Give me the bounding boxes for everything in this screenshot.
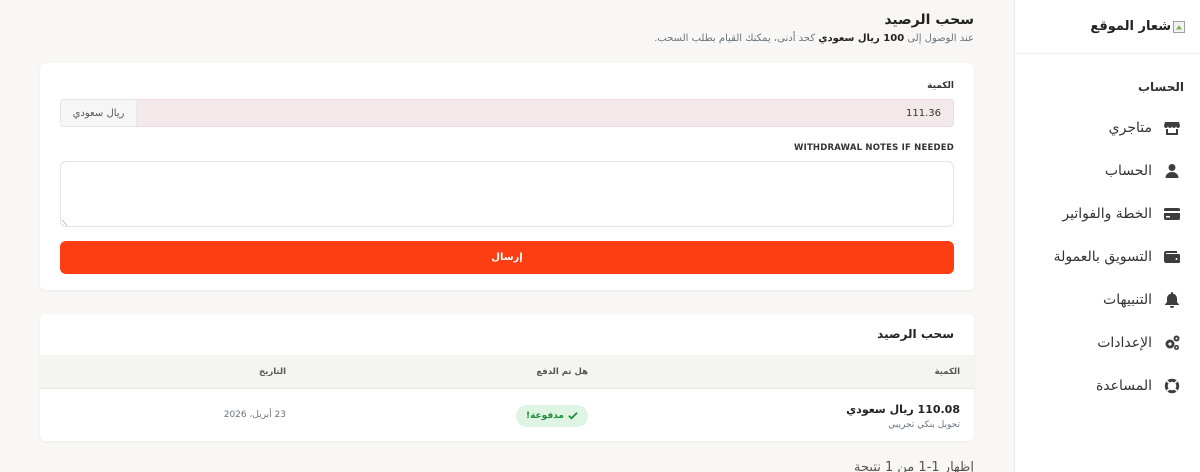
sidebar-menu: متاجري الحساب الخطة والفواتير التسويق با… bbox=[1015, 106, 1200, 407]
column-header-paid: هل تم الدفع bbox=[536, 367, 588, 377]
row-date: 23 أبريل، 2026 bbox=[223, 410, 286, 420]
status-text: مدفوعة! bbox=[525, 411, 564, 421]
withdraw-form-card: الكمية ريال سعودي WITHDRAWAL NOTES IF NE… bbox=[40, 63, 974, 290]
subtitle-amount: 100 ريال سعودي bbox=[818, 33, 905, 44]
sidebar-item-notifications[interactable]: التنبيهات bbox=[1015, 278, 1200, 321]
page-subtitle: عند الوصول إلى 100 ريال سعودي كحد أدنى، … bbox=[654, 33, 974, 44]
gears-icon bbox=[1165, 335, 1180, 350]
amount-input-group: ريال سعودي bbox=[60, 99, 954, 127]
subtitle-suffix: كحد أدنى، يمكنك القيام بطلب السحب. bbox=[654, 33, 819, 44]
lifering-icon bbox=[1164, 377, 1180, 394]
sidebar-section-label: الحساب bbox=[1137, 80, 1184, 94]
row-amount: 110.08 ريال سعودي bbox=[846, 403, 960, 416]
user-icon bbox=[1165, 163, 1179, 178]
bell-icon bbox=[1165, 291, 1179, 308]
sidebar-item-label: الإعدادات bbox=[1097, 334, 1152, 351]
table-row: 110.08 ريال سعودي تحويل بنكي تجريبي مدفو… bbox=[40, 390, 974, 441]
sidebar-item-help[interactable]: المساعدة bbox=[1015, 364, 1200, 407]
withdrawal-history-card: سحب الرصيد الكمية هل تم الدفع التاريخ 11… bbox=[40, 314, 974, 441]
amount-input[interactable] bbox=[137, 99, 954, 127]
store-icon bbox=[1164, 121, 1180, 135]
sidebar-item-label: التنبيهات bbox=[1103, 291, 1152, 308]
site-logo[interactable]: شعار الموقع bbox=[1015, 0, 1200, 54]
sidebar-item-label: متاجري bbox=[1108, 119, 1152, 136]
wallet-icon bbox=[1164, 250, 1180, 263]
amount-label: الكمية bbox=[927, 81, 954, 91]
sidebar-item-label: المساعدة bbox=[1095, 377, 1152, 394]
sidebar-item-my-stores[interactable]: متاجري bbox=[1015, 106, 1200, 149]
sidebar-item-settings[interactable]: الإعدادات bbox=[1015, 321, 1200, 364]
broken-image-icon bbox=[1173, 20, 1185, 33]
check-icon bbox=[568, 412, 578, 420]
status-badge: مدفوعة! bbox=[515, 405, 588, 427]
withdrawal-notes-textarea[interactable] bbox=[60, 161, 954, 227]
row-method: تحويل بنكي تجريبي bbox=[888, 420, 960, 430]
currency-addon: ريال سعودي bbox=[60, 99, 137, 127]
logo-text: شعار الموقع bbox=[1090, 19, 1171, 34]
table-header: الكمية هل تم الدفع التاريخ bbox=[40, 355, 974, 389]
subtitle-prefix: عند الوصول إلى bbox=[904, 33, 974, 44]
column-header-date: التاريخ bbox=[259, 367, 286, 377]
page-title: سحب الرصيد bbox=[884, 12, 974, 28]
notes-label: WITHDRAWAL NOTES IF NEEDED bbox=[794, 143, 954, 153]
sidebar: شعار الموقع الحساب متاجري الحساب الخطة و… bbox=[1014, 0, 1200, 472]
sidebar-item-label: الحساب bbox=[1104, 162, 1152, 179]
sidebar-item-label: الخطة والفواتير bbox=[1062, 205, 1152, 222]
submit-button[interactable]: إرسال bbox=[60, 241, 954, 274]
column-header-amount: الكمية bbox=[934, 367, 960, 377]
sidebar-item-label: التسويق بالعمولة bbox=[1053, 248, 1152, 265]
pagination-summary: إظهار 1-1 من 1 نتيجة bbox=[854, 460, 974, 472]
sidebar-item-account[interactable]: الحساب bbox=[1015, 149, 1200, 192]
credit-card-icon bbox=[1164, 207, 1180, 220]
sidebar-item-plan-billing[interactable]: الخطة والفواتير bbox=[1015, 192, 1200, 235]
sidebar-item-affiliate[interactable]: التسويق بالعمولة bbox=[1015, 235, 1200, 278]
table-title: سحب الرصيد bbox=[877, 327, 954, 341]
resize-handle-icon[interactable]: ⟋ bbox=[62, 219, 68, 229]
